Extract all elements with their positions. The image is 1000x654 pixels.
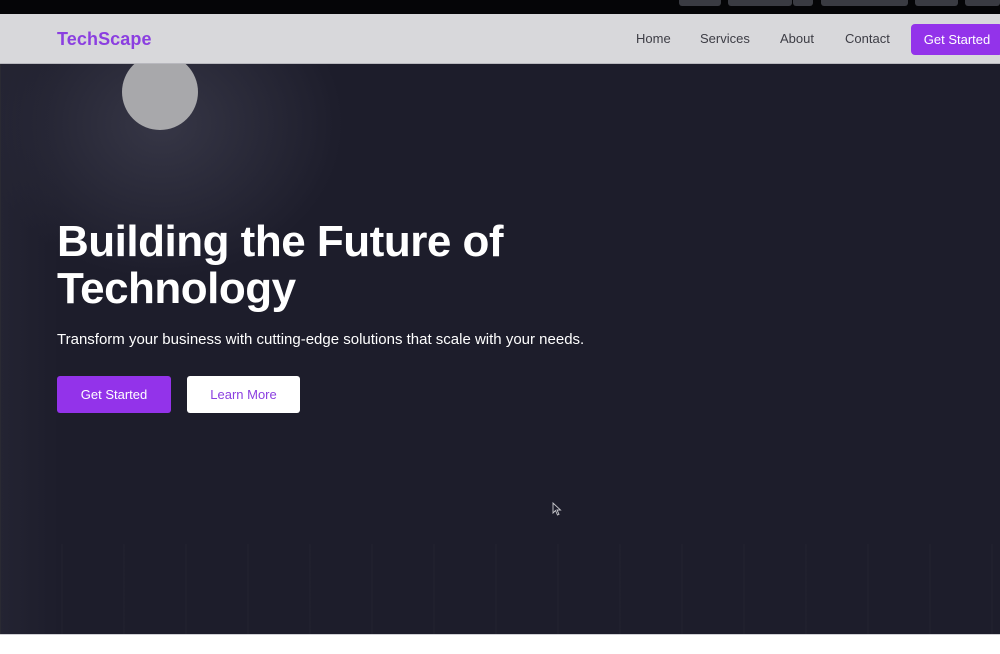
hero-stripes (1, 544, 1000, 634)
hero-title-line2: Technology (57, 264, 296, 313)
toolbar-tab[interactable] (793, 0, 813, 6)
hero-background (1, 64, 1000, 634)
moon-decoration-icon (122, 54, 198, 130)
toolbar-tab[interactable] (965, 0, 1000, 6)
nav-link-services[interactable]: Services (700, 31, 750, 46)
os-top-bar (0, 0, 1000, 14)
navbar: TechScape Home Services About Contact Ge… (0, 14, 1000, 64)
mouse-pointer-icon (552, 502, 562, 516)
toolbar-tab[interactable] (728, 0, 792, 6)
hero-subtitle: Transform your business with cutting-edg… (57, 331, 585, 348)
nav-link-contact[interactable]: Contact (845, 31, 890, 46)
nav-get-started-button[interactable]: Get Started (911, 24, 1000, 55)
hero-title-line1: Building the Future of (57, 217, 504, 266)
toolbar-tab[interactable] (821, 0, 908, 6)
page-bottom-section (0, 634, 1000, 654)
toolbar-tab[interactable] (679, 0, 721, 6)
toolbar-tab[interactable] (915, 0, 958, 6)
brand-logo[interactable]: TechScape (57, 29, 152, 50)
hero-learn-more-button[interactable]: Learn More (187, 376, 300, 413)
hero-get-started-button[interactable]: Get Started (57, 376, 171, 413)
nav-link-home[interactable]: Home (636, 31, 671, 46)
nav-link-about[interactable]: About (780, 31, 814, 46)
hero-title: Building the Future of Technology (57, 218, 577, 312)
